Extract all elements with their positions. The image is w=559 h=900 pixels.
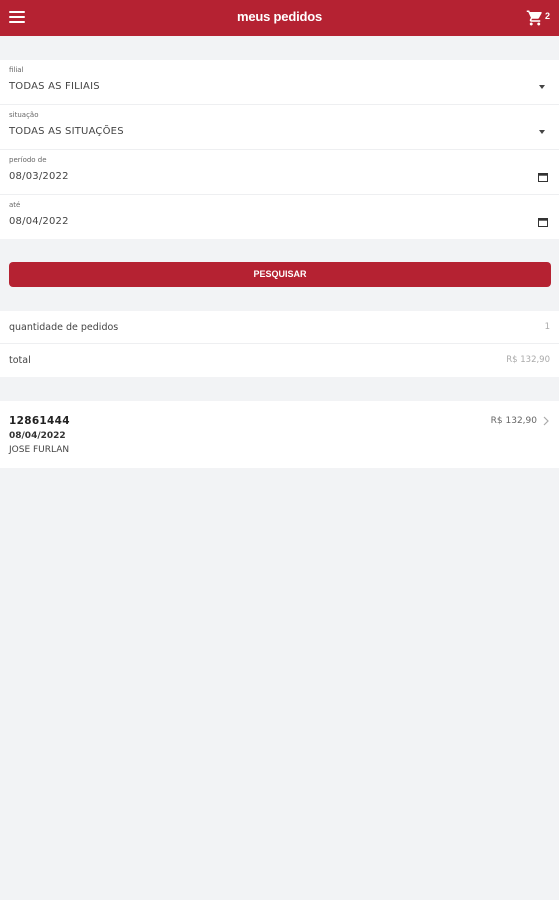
calendar-icon[interactable] [538,217,548,227]
app-bar: meus pedidos 2 [0,0,559,36]
page-title: meus pedidos [236,9,322,24]
order-value: R$ 132,90 [490,416,537,426]
situacao-value: TODAS AS SITUAÇÕES [9,126,124,137]
orders-summary: quantidade de pedidos 1 total R$ 132,90 [0,311,559,377]
filial-value: TODAS AS FILIAIS [9,81,100,92]
periodo-de-label: período de [9,156,47,164]
quantity-value: 1 [544,322,550,332]
order-date: 08/04/2022 [9,431,66,441]
order-list-item[interactable]: 12861444 08/04/2022 JOSE FURLAN R$ 132,9… [0,401,559,468]
total-value: R$ 132,90 [506,355,550,365]
ate-field[interactable]: até 08/04/2022 [0,195,559,240]
periodo-de-field[interactable]: período de 08/03/2022 [0,150,559,195]
periodo-de-value: 08/03/2022 [9,171,69,182]
filial-select[interactable]: filial TODAS AS FILIAIS [0,60,559,105]
calendar-icon[interactable] [538,172,548,182]
quantity-label: quantidade de pedidos [9,322,119,333]
order-number: 12861444 [9,415,70,427]
chevron-right-icon [543,416,549,426]
ate-value: 08/04/2022 [9,216,69,227]
order-client: JOSE FURLAN [9,445,70,455]
filial-label: filial [9,66,24,74]
situacao-select[interactable]: situação TODAS AS SITUAÇÕES [0,105,559,150]
dropdown-arrow-icon [539,85,545,89]
search-button[interactable]: PESQUISAR [9,262,551,287]
ate-label: até [9,201,21,209]
dropdown-arrow-icon [539,130,545,134]
summary-quantity-row: quantidade de pedidos 1 [0,311,559,344]
cart-count-badge: 2 [545,11,551,21]
filter-form: filial TODAS AS FILIAIS situação TODAS A… [0,60,559,239]
situacao-label: situação [9,111,39,119]
cart-icon[interactable] [526,9,544,27]
summary-total-row: total R$ 132,90 [0,344,559,377]
total-label: total [9,355,31,366]
